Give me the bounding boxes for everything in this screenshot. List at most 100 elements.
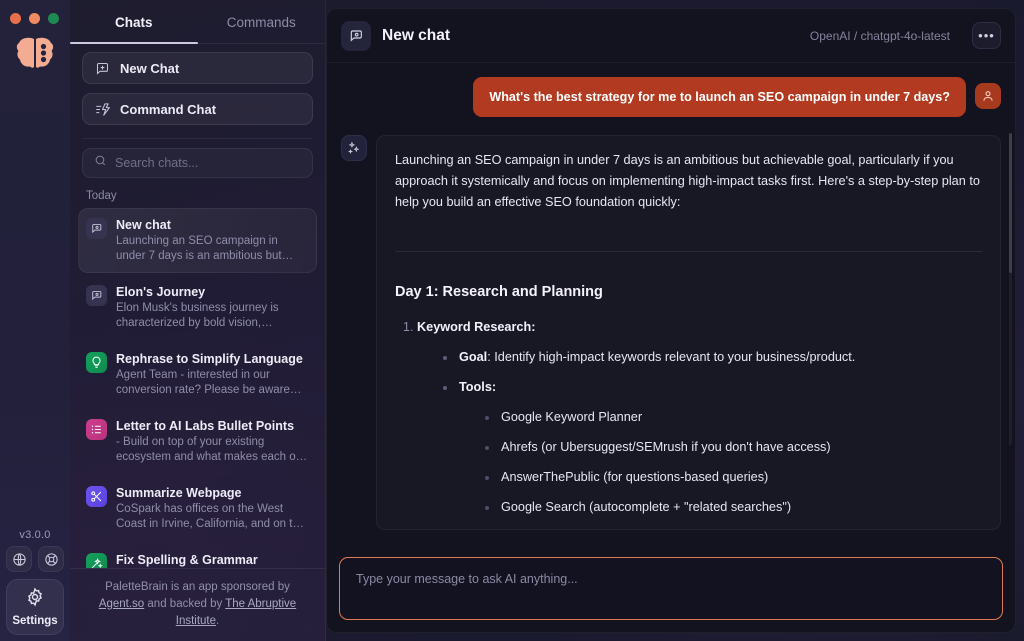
page-title: New chat	[382, 27, 799, 45]
assistant-message-bubble: Launching an SEO campaign in under 7 day…	[376, 135, 1001, 530]
sidebar-divider	[82, 138, 313, 139]
window-controls	[10, 13, 59, 24]
list-item: Tools: Google Keyword Planner Ahrefs (or…	[439, 377, 982, 518]
rail-icon-row	[6, 546, 64, 572]
chat-item-body: Letter to AI Labs Bullet Points - Build …	[116, 418, 309, 465]
list-item: Google Search (autocomplete + "related s…	[481, 497, 982, 518]
lifebuoy-help-icon[interactable]	[38, 546, 64, 572]
chat-item-body: Fix Spelling & Grammar We've put hundred…	[116, 552, 309, 568]
rail-bottom-section: v3.0.0	[0, 529, 70, 635]
model-selector-label[interactable]: OpenAI / chatgpt-4o-latest	[810, 29, 950, 43]
scrollbar-thumb[interactable]	[1009, 133, 1012, 273]
message-input[interactable]	[356, 571, 986, 606]
tools-label: Tools:	[459, 380, 496, 394]
close-button[interactable]	[10, 13, 21, 24]
version-label: v3.0.0	[19, 529, 50, 541]
scissors-icon	[86, 486, 107, 507]
chat-item-body: New chat Launching an SEO campaign in un…	[116, 217, 309, 264]
chat-header: New chat OpenAI / chatgpt-4o-latest •••	[327, 9, 1015, 63]
user-avatar	[975, 83, 1001, 109]
list-item: Ahrefs (or Ubersuggest/SEMrush if you do…	[481, 437, 982, 458]
goal-label: Goal	[459, 350, 487, 364]
goal-text: : Identify high-impact keywords relevant…	[487, 350, 855, 364]
chat-list-item-summarize-webpage[interactable]: Summarize Webpage CoSpark has offices on…	[78, 476, 317, 541]
message-composer[interactable]	[339, 557, 1003, 620]
chat-item-title: Elon's Journey	[116, 284, 309, 300]
assistant-heading: Day 1: Research and Planning	[395, 282, 982, 303]
footer-text-1: PaletteBrain is an app sponsored by	[105, 581, 290, 593]
tab-commands[interactable]: Commands	[198, 0, 326, 44]
conversation: What's the best strategy for me to launc…	[327, 63, 1015, 549]
conversation-scrollbar[interactable]	[1009, 133, 1012, 445]
sidebar-actions: New Chat Command Chat	[70, 44, 325, 134]
chat-list-item-rephrase[interactable]: Rephrase to Simplify Language Agent Team…	[78, 342, 317, 407]
gear-icon	[25, 587, 45, 612]
list-item: Action items: Focus on identifying a mix…	[439, 527, 982, 530]
command-chat-button[interactable]: Command Chat	[82, 93, 313, 125]
chat-item-title: New chat	[116, 217, 309, 233]
chat-bubble-icon	[86, 285, 107, 306]
chat-panel: New chat OpenAI / chatgpt-4o-latest ••• …	[326, 8, 1016, 633]
sparkles-icon	[341, 135, 367, 161]
content-divider	[395, 251, 982, 252]
list-item: Google Keyword Planner	[481, 407, 982, 428]
chat-list-item-fix-spelling-grammar[interactable]: Fix Spelling & Grammar We've put hundred…	[78, 543, 317, 568]
magic-wand-icon	[86, 553, 107, 568]
chat-bubble-icon	[86, 218, 107, 239]
chat-list-item-new-chat[interactable]: New chat Launching an SEO campaign in un…	[78, 208, 317, 273]
list-icon	[86, 419, 107, 440]
new-chat-icon	[95, 61, 110, 76]
chat-item-preview: CoSpark has offices on the West Coast in…	[116, 502, 309, 532]
user-message-bubble: What's the best strategy for me to launc…	[473, 77, 966, 117]
settings-label: Settings	[12, 615, 57, 627]
chat-item-title: Letter to AI Labs Bullet Points	[116, 418, 309, 434]
new-chat-label: New Chat	[120, 61, 179, 76]
chat-item-preview: - Build on top of your existing ecosyste…	[116, 435, 309, 465]
chat-item-preview: Launching an SEO campaign in under 7 day…	[116, 234, 309, 264]
footer-text-3: .	[216, 615, 219, 627]
search-icon	[94, 154, 107, 172]
list-item: AnswerThePublic (for questions-based que…	[481, 467, 982, 488]
command-chat-label: Command Chat	[120, 102, 216, 117]
assistant-ordered-list: Keyword Research: Goal: Identify high-im…	[417, 317, 982, 530]
sidebar-footer: PaletteBrain is an app sponsored by Agen…	[70, 568, 325, 641]
maximize-button[interactable]	[48, 13, 59, 24]
chat-item-body: Summarize Webpage CoSpark has offices on…	[116, 485, 309, 532]
more-options-button[interactable]: •••	[972, 22, 1001, 49]
composer-area	[327, 549, 1015, 632]
left-rail: v3.0.0	[0, 0, 70, 641]
chat-list[interactable]: New chat Launching an SEO campaign in un…	[70, 208, 325, 568]
assistant-message-row: Launching an SEO campaign in under 7 day…	[341, 135, 1001, 530]
chat-list-item-letter-to-ai-labs[interactable]: Letter to AI Labs Bullet Points - Build …	[78, 409, 317, 474]
chat-item-preview: Elon Musk's business journey is characte…	[116, 301, 309, 331]
brain-logo-icon	[15, 36, 55, 70]
user-message-row: What's the best strategy for me to launc…	[341, 77, 1001, 117]
chat-list-item-elons-journey[interactable]: Elon's Journey Elon Musk's business jour…	[78, 275, 317, 340]
tab-chats[interactable]: Chats	[70, 0, 198, 44]
settings-button[interactable]: Settings	[6, 579, 64, 635]
chat-bubble-icon	[341, 21, 371, 51]
keyword-research-label: Keyword Research:	[417, 320, 535, 334]
chat-item-title: Fix Spelling & Grammar	[116, 552, 309, 568]
sidebar: Chats Commands New Chat	[70, 0, 326, 641]
tools-list: Google Keyword Planner Ahrefs (or Ubersu…	[481, 407, 982, 518]
minimize-button[interactable]	[29, 13, 40, 24]
list-item: Goal: Identify high-impact keywords rele…	[439, 347, 982, 368]
chat-item-body: Elon's Journey Elon Musk's business jour…	[116, 284, 309, 331]
lightbulb-icon	[86, 352, 107, 373]
sidebar-tabs: Chats Commands	[70, 0, 325, 44]
chat-item-preview: Agent Team - interested in our conversio…	[116, 368, 309, 398]
search-input[interactable]	[115, 156, 301, 170]
assistant-sublist: Goal: Identify high-impact keywords rele…	[439, 347, 982, 530]
chat-item-title: Summarize Webpage	[116, 485, 309, 501]
command-lightning-icon	[95, 102, 110, 117]
assistant-intro: Launching an SEO campaign in under 7 day…	[395, 150, 982, 213]
chat-group-label: Today	[70, 190, 325, 208]
chat-item-title: Rephrase to Simplify Language	[116, 351, 309, 367]
globe-icon[interactable]	[6, 546, 32, 572]
search-chats-field[interactable]	[82, 148, 313, 178]
footer-text-2: and backed by	[144, 598, 225, 610]
new-chat-button[interactable]: New Chat	[82, 52, 313, 84]
app-window: v3.0.0	[0, 0, 1024, 641]
footer-link-agentso[interactable]: Agent.so	[99, 598, 144, 610]
